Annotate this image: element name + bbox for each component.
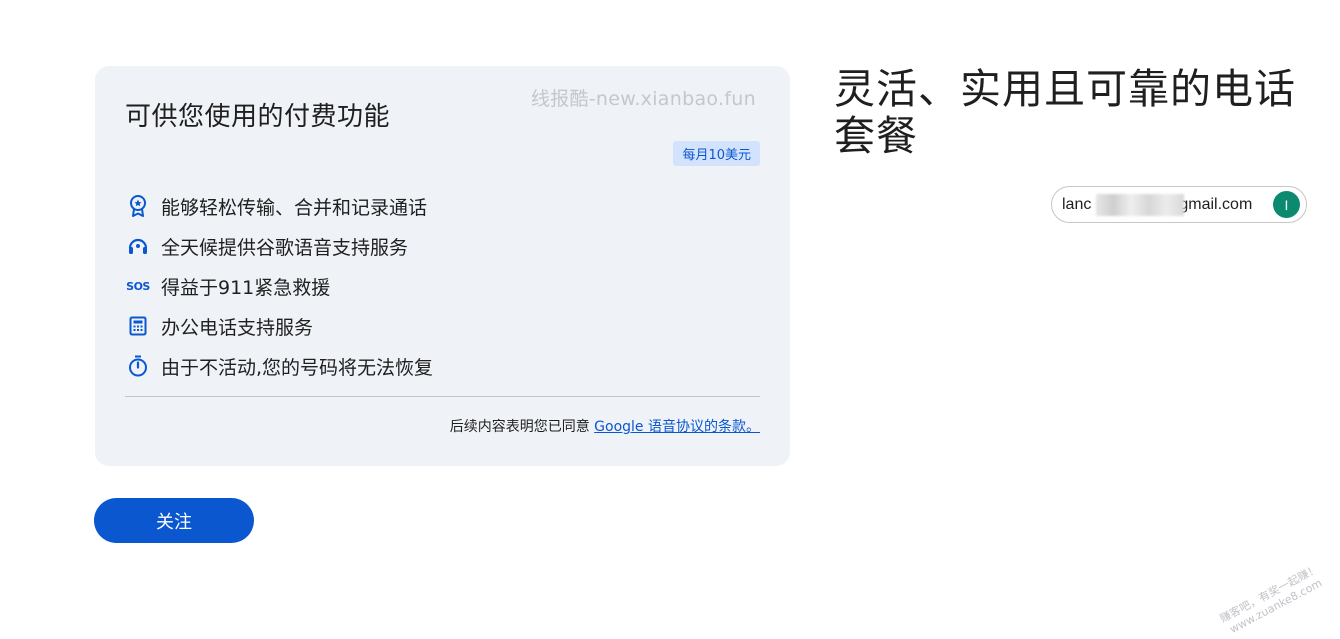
feature-label: 全天候提供谷歌语音支持服务 [161,236,409,259]
card-title: 可供您使用的付费功能 [125,102,391,132]
paid-features-card: 可供您使用的付费功能 线报酷-new.xianbao.fun 每月10美元 能够… [95,66,790,466]
office-phone-icon [125,315,151,337]
timer-icon [125,355,151,377]
support-headset-icon [125,235,151,257]
feature-item: 由于不活动,您的号码将无法恢复 [125,346,433,386]
feature-label: 能够轻松传输、合并和记录通话 [161,196,428,219]
divider [125,396,760,397]
site-watermark: 线报酷-new.xianbao.fun [530,88,756,110]
feature-item: SOS 得益于911紧急救援 [125,266,433,306]
feature-item: 全天候提供谷歌语音支持服务 [125,226,433,266]
avatar: I [1273,191,1300,218]
follow-button[interactable]: 关注 [94,498,254,543]
email-suffix: gmail.com [1179,195,1253,213]
feature-label: 办公电话支持服务 [161,316,314,339]
account-email: lanc gmail.com [1062,193,1273,216]
account-chip[interactable]: lanc gmail.com I [1051,186,1307,223]
feature-item: 办公电话支持服务 [125,306,433,346]
feature-label: 得益于911紧急救援 [161,276,331,299]
terms-text: 后续内容表明您已同意 Google 语音协议的条款。 [450,416,760,436]
price-badge: 每月10美元 [673,141,760,166]
feature-list: 能够轻松传输、合并和记录通话 全天候提供谷歌语音支持服务 SOS 得益于911紧… [125,186,433,386]
terms-link[interactable]: Google 语音协议的条款。 [594,419,760,435]
award-badge-icon [125,195,151,217]
redaction-blur [1096,193,1184,216]
sos-icon: SOS [126,279,150,293]
terms-prefix: 后续内容表明您已同意 [449,419,590,435]
feature-item: 能够轻松传输、合并和记录通话 [125,186,433,226]
email-prefix: lanc [1062,195,1092,213]
feature-label: 由于不活动,您的号码将无法恢复 [161,356,434,379]
page-headline: 灵活、实用且可靠的电话套餐 [834,65,1296,160]
corner-watermark: 赚客吧，有奖一起赚！ www.zuanke8.com [1218,562,1328,638]
